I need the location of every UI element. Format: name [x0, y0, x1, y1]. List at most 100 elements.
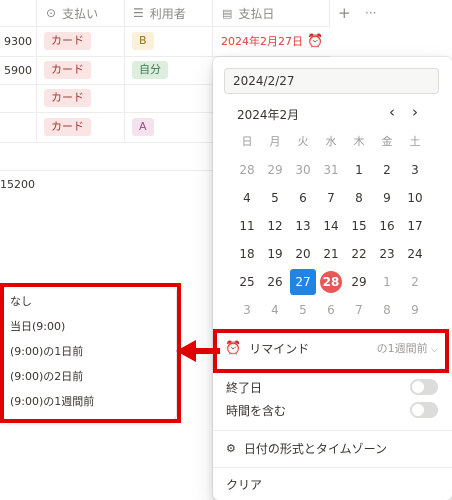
calendar-day[interactable]: 6 — [318, 297, 344, 323]
column-divider — [212, 0, 213, 58]
calendar-day[interactable]: 9 — [402, 297, 428, 323]
row-divider — [0, 170, 213, 171]
paydate-cell[interactable]: 2024年2月27日 ⏰ — [221, 26, 323, 56]
weekday-label: 火 — [297, 135, 309, 148]
divider — [213, 467, 452, 468]
row-divider — [0, 84, 213, 85]
gear-icon: ⚙ — [226, 441, 236, 455]
header-payment[interactable]: ⊙ 支払い — [46, 0, 98, 26]
date-format-label: 日付の形式とタイムゾーン — [243, 441, 388, 456]
calendar-day[interactable]: 21 — [318, 241, 344, 267]
selected-day[interactable]: 27 — [290, 269, 316, 295]
calendar-day[interactable]: 5 — [262, 185, 288, 211]
weekday-label: 水 — [325, 135, 337, 148]
calendar-day[interactable]: 30 — [290, 157, 316, 183]
header-user[interactable]: ☰ 利用者 — [133, 0, 186, 26]
calendar-day[interactable]: 20 — [290, 241, 316, 267]
calendar-day[interactable]: 1 — [346, 157, 372, 183]
calendar-day[interactable]: 17 — [402, 213, 428, 239]
chevron-left-icon: ‹ — [389, 103, 395, 121]
weekday-label: 土 — [409, 135, 421, 148]
highlight-box-remind — [213, 329, 449, 373]
today-marker[interactable]: 28 — [320, 271, 342, 293]
calendar-day[interactable]: 29 — [346, 269, 372, 295]
calendar-day[interactable]: 15 — [346, 213, 372, 239]
alarm-clock-icon: ⏰ — [307, 33, 324, 49]
more-options-button[interactable]: ··· — [365, 0, 376, 26]
calendar-day[interactable]: 24 — [402, 241, 428, 267]
calendar-day[interactable]: 16 — [374, 213, 400, 239]
calendar-day[interactable]: 5 — [290, 297, 316, 323]
month-label: 2024年2月 — [237, 108, 300, 122]
date-picker-popup: 2024/2/27 2024年2月 ‹ › 日月火水木金土 28 29 30 31 1 2… — [213, 57, 452, 500]
calendar-day[interactable]: 25 — [234, 269, 260, 295]
payment-cell[interactable]: カード — [44, 56, 91, 84]
column-divider — [329, 0, 330, 26]
amount-cell[interactable]: 5900 — [4, 56, 32, 84]
calendar-day[interactable]: 2 — [374, 157, 400, 183]
header-paydate[interactable]: ▤ 支払日 — [222, 0, 274, 26]
payment-cell[interactable]: カード — [44, 26, 91, 56]
row-divider — [0, 142, 213, 143]
prev-month-button[interactable]: ‹ — [389, 103, 395, 121]
calendar-day[interactable]: 8 — [346, 185, 372, 211]
arrow-left-icon — [176, 340, 220, 362]
calendar-day[interactable]: 4 — [262, 297, 288, 323]
end-date-toggle[interactable] — [410, 379, 438, 395]
clear-label: クリア — [226, 477, 263, 492]
calendar-day[interactable]: 2 — [402, 269, 428, 295]
include-time-row[interactable]: 時間を含む — [226, 400, 438, 420]
user-tag: 自分 — [132, 61, 168, 79]
include-time-toggle[interactable] — [410, 402, 438, 418]
calendar-day[interactable]: 19 — [262, 241, 288, 267]
calendar-day[interactable]: 9 — [374, 185, 400, 211]
user-tag: B — [132, 32, 154, 50]
payment-cell[interactable]: カード — [44, 84, 91, 112]
user-cell[interactable]: A — [132, 112, 154, 142]
list-column-icon: ☰ — [133, 6, 144, 20]
calendar-day[interactable]: 12 — [262, 213, 288, 239]
calendar-day[interactable]: 11 — [234, 213, 260, 239]
calendar-day[interactable]: 3 — [234, 297, 260, 323]
payment-tag: カード — [44, 32, 91, 50]
calendar-day[interactable]: 4 — [234, 185, 260, 211]
calendar-day[interactable]: 10 — [402, 185, 428, 211]
payment-cell[interactable]: カード — [44, 112, 91, 142]
user-tag: A — [132, 118, 154, 136]
calendar-day[interactable]: 22 — [346, 241, 372, 267]
row-divider — [0, 112, 213, 113]
user-cell[interactable]: 自分 — [132, 56, 168, 84]
calendar-day[interactable]: 3 — [402, 157, 428, 183]
column-divider — [124, 0, 125, 142]
calendar-day[interactable]: 6 — [290, 185, 316, 211]
date-input[interactable]: 2024/2/27 — [224, 68, 439, 94]
calendar-day[interactable]: 28 — [234, 157, 260, 183]
next-month-button[interactable]: › — [412, 103, 418, 121]
calendar-day[interactable]: 7 — [346, 297, 372, 323]
user-cell[interactable]: B — [132, 26, 154, 56]
weekday-label: 金 — [381, 135, 393, 148]
end-date-row[interactable]: 終了日 — [226, 377, 438, 397]
calendar-day[interactable]: 1 — [374, 269, 400, 295]
clear-button[interactable]: クリア — [226, 475, 262, 493]
calendar-day[interactable]: 18 — [234, 241, 260, 267]
calendar-day[interactable]: 26 — [262, 269, 288, 295]
chevron-right-icon: › — [412, 103, 418, 121]
calendar-day[interactable]: 29 — [262, 157, 288, 183]
weekday-label: 木 — [353, 135, 365, 148]
sum-value: 15200 — [0, 177, 35, 191]
calendar-day[interactable]: 7 — [318, 185, 344, 211]
calendar-day[interactable]: 14 — [318, 213, 344, 239]
date-format-timezone-row[interactable]: ⚙ 日付の形式とタイムゾーン — [226, 439, 387, 457]
weekday-label: 月 — [269, 135, 281, 148]
amount-cell[interactable]: 9300 — [4, 26, 32, 56]
highlight-box-menu — [0, 283, 181, 423]
calendar-day[interactable]: 8 — [374, 297, 400, 323]
add-column-button[interactable]: + — [338, 0, 351, 26]
divider — [213, 430, 452, 431]
calendar-day[interactable]: 31 — [318, 157, 344, 183]
include-time-label: 時間を含む — [226, 403, 287, 418]
payment-column-icon: ⊙ — [46, 6, 57, 20]
calendar-day[interactable]: 23 — [374, 241, 400, 267]
calendar-day[interactable]: 13 — [290, 213, 316, 239]
